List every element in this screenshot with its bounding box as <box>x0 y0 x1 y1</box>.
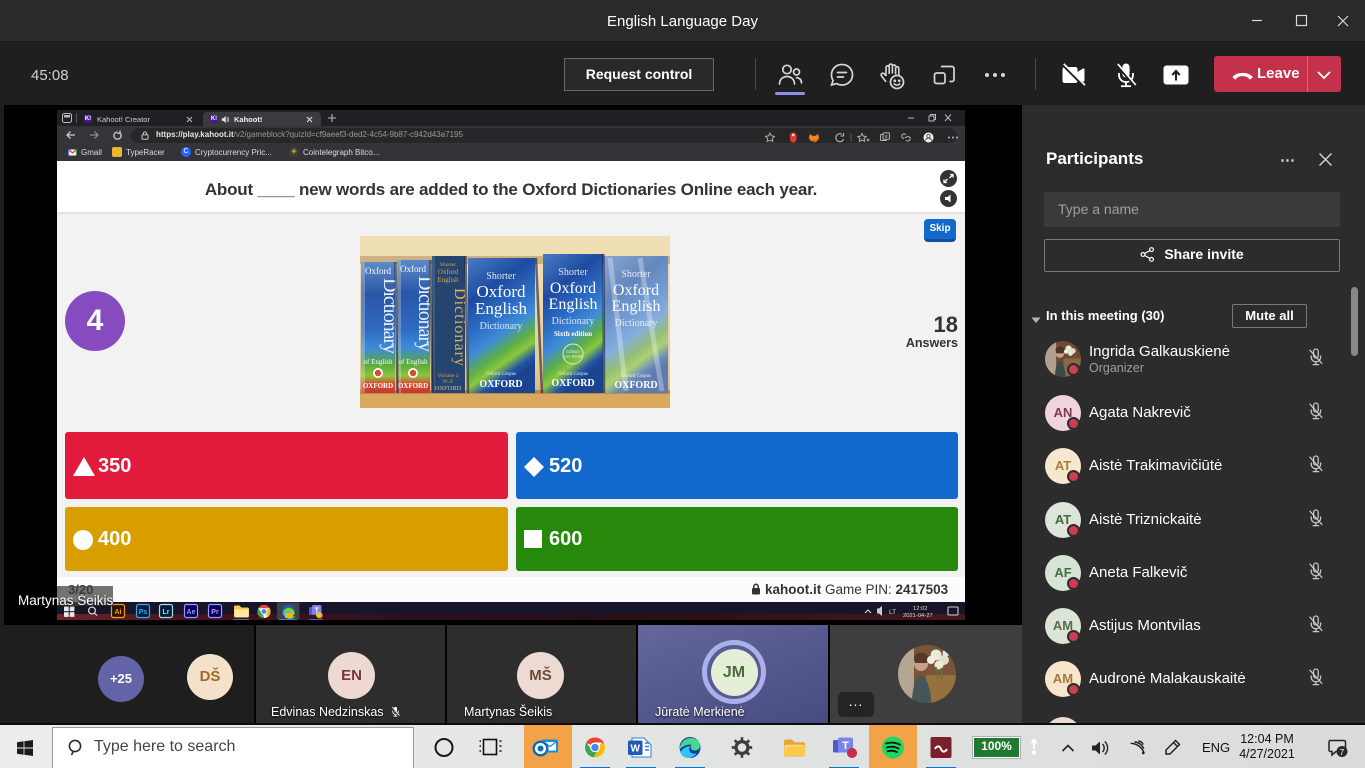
svg-text:Oxford: Oxford <box>438 268 459 276</box>
svg-text:English: English <box>475 299 527 318</box>
svg-text:Shorter: Shorter <box>621 269 651 280</box>
svg-text:W: W <box>630 743 640 754</box>
svg-text:CD-ROM: CD-ROM <box>564 354 583 359</box>
svg-text:Shorter: Shorter <box>558 267 588 278</box>
svg-text:Oxford: Oxford <box>613 282 659 299</box>
svg-text:Oxford: Oxford <box>365 266 391 276</box>
svg-text:OXFORD: OXFORD <box>551 378 594 389</box>
svg-text:OXFORD: OXFORD <box>479 379 522 390</box>
svg-text:LT: LT <box>889 609 896 616</box>
svg-text:Ps: Ps <box>139 609 148 616</box>
svg-text:Lr: Lr <box>163 609 170 616</box>
svg-text:OXFORD: OXFORD <box>614 380 657 391</box>
svg-text:Oxford Corpus: Oxford Corpus <box>486 372 516 377</box>
svg-text:OXFORD: OXFORD <box>398 382 428 390</box>
svg-text:12:02: 12:02 <box>913 606 928 612</box>
svg-text:of English: of English <box>399 358 428 366</box>
svg-text:Oxford Corpus: Oxford Corpus <box>558 372 588 377</box>
svg-text:English: English <box>549 296 598 313</box>
svg-text:Dictionary: Dictionary <box>552 316 595 327</box>
svg-text:OXFORD: OXFORD <box>435 385 462 392</box>
svg-text:Oxford: Oxford <box>550 280 596 297</box>
svg-text:Oxford: Oxford <box>400 264 426 274</box>
svg-text:English: English <box>437 276 459 284</box>
svg-text:7: 7 <box>1340 748 1345 757</box>
svg-text:Ae: Ae <box>187 609 196 616</box>
svg-text:Pr: Pr <box>211 609 219 616</box>
svg-text:Shorter: Shorter <box>486 271 516 282</box>
svg-text:Ai: Ai <box>115 609 122 616</box>
svg-text:2021-04-27: 2021-04-27 <box>903 613 933 619</box>
svg-text:of English: of English <box>364 358 393 366</box>
svg-text:Dictionary: Dictionary <box>480 321 523 332</box>
svg-text:OXFORD: OXFORD <box>363 382 393 390</box>
svg-text:Sixth edition: Sixth edition <box>554 330 592 338</box>
